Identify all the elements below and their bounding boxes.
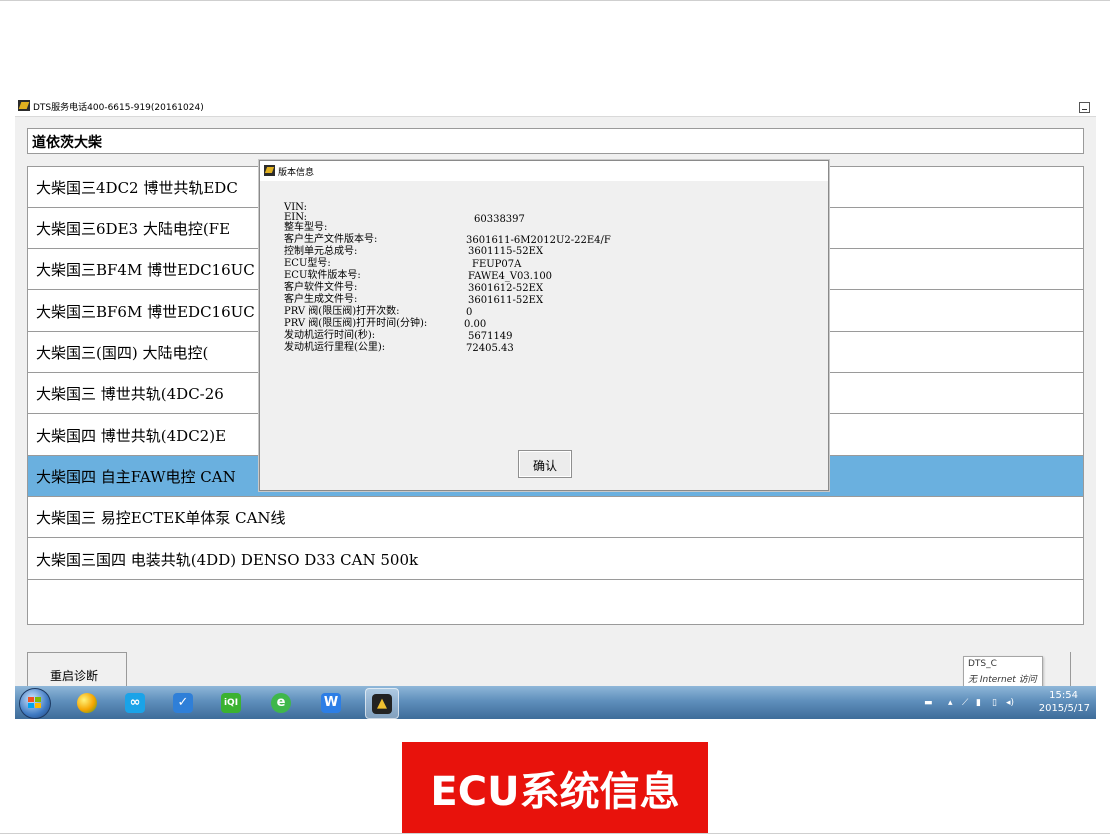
restart-diagnosis-label: 重启诊断 [50,669,99,683]
field-value-engine-run-time: 5671149 [468,331,513,342]
window-title: DTS服务电话400-6615-919(20161024) [33,103,204,113]
field-value-control-unit-assembly-no: 3601115-52EX [468,246,544,257]
list-item-label: 大柴国四 自主FAW电控 CAN [36,468,236,486]
window-titlebar[interactable]: DTS服务电话400-6615-919(20161024) [15,96,1096,117]
list-item-label: 大柴国三6DE3 大陆电控(FE [36,220,231,238]
tray-expand-icon[interactable]: ▴ [948,698,953,708]
page-bottom-border [0,833,1110,834]
minimize-button[interactable] [1079,102,1090,113]
caption-text: ECU系统信息 [430,769,680,815]
360-browser-icon[interactable] [71,688,103,717]
system-tray: ▬ ▴ ⟋ ▮ ▯ ◂) 15:54 2015/5/17 [916,686,1096,719]
field-value-ein: 60338397 [474,214,525,225]
clock-date[interactable]: 2015/5/17 [1039,703,1090,714]
field-value-prv-open-count: 0 [466,307,473,318]
dialog-title: 版本信息 [278,168,315,178]
ie-browser-icon[interactable]: e [265,688,297,717]
pen-icon[interactable]: ⟋ [962,698,968,708]
battery-icon[interactable]: ▯ [992,698,997,708]
list-item-label: 大柴国三 易控ECTEK单体泵 CAN线 [36,509,286,527]
field-value-customer-generated-file-no: 3601611-52EX [468,295,544,306]
brand-bar: 道依茨大柴 [27,128,1084,154]
list-item-label: 大柴国三国四 电装共轨(4DD) DENSO D33 CAN 500k [36,551,419,569]
ecu-info-caption: ECU系统信息 [402,742,708,833]
list-item[interactable]: 大柴国三 易控ECTEK单体泵 CAN线 [28,497,1083,538]
dialog-app-icon [264,165,275,176]
wifi-signal-icon[interactable]: ▮ [976,698,981,708]
dts-diagnostic-taskbar-icon[interactable]: ▲ [365,688,399,719]
app-screen: DTS服务电话400-6615-919(20161024) 道依茨大柴 大柴国三… [15,96,1096,719]
field-label-prv-open-time: PRV 阀(限压阀)打开时间(分钟): [284,318,428,329]
field-label-engine-mileage: 发动机运行里程(公里): [284,342,386,353]
network-status: 无 Internet 访问 [968,675,1037,685]
version-info-dialog: 版本信息 VIN: EIN: 60338397 整车型号: 客户生产文件版本号:… [259,160,829,491]
iqiyi-icon[interactable]: iQI [215,688,247,717]
list-item-label: 大柴国三BF4M 博世EDC16UC [36,261,255,279]
field-label-ecu-model: ECU型号: [284,258,331,269]
dialog-titlebar[interactable]: 版本信息 [260,161,828,181]
field-label-customer-prod-file-version: 客户生产文件版本号: [284,234,378,245]
list-item-label: 大柴国三 博世共轨(4DC-26 [36,385,224,403]
field-value-engine-mileage: 72405.43 [466,343,514,354]
dts-app-icon [18,100,30,111]
brand-title: 道依茨大柴 [32,135,102,151]
field-label-control-unit-assembly-no: 控制单元总成号: [284,246,358,257]
feedback-icon[interactable]: ✓ [167,688,199,717]
start-button[interactable] [19,688,51,719]
page-top-border [0,0,1110,1]
field-value-customer-software-file-no: 3601612-52EX [468,283,544,294]
field-value-ecu-model: FEUP07A [472,259,522,270]
windows-logo-icon [28,697,42,710]
field-value-ecu-software-version: FAWE4_V03.100 [468,271,553,282]
field-label-customer-generated-file-no: 客户生成文件号: [284,294,358,305]
field-value-customer-prod-file-version: 3601611-6M2012U2-22E4/F [466,235,611,246]
list-item-label: 大柴国三4DC2 博世共轨EDC [36,179,238,197]
network-name: DTS_C [968,659,997,669]
cloud-sync-icon[interactable]: ∞ [119,688,151,717]
confirm-button[interactable]: 确认 [518,450,572,478]
wps-icon[interactable]: W [315,688,347,717]
list-item-label: 大柴国三(国四) 大陆电控( [36,344,209,362]
windows-taskbar: ∞ ✓ iQI e W ▲ ▬ ▴ ⟋ ▮ ▯ ◂) 15:54 2015/5/… [15,686,1096,719]
volume-icon[interactable]: ◂) [1006,698,1014,708]
keyboard-icon[interactable]: ▬ [924,698,933,708]
clock-time[interactable]: 15:54 [1049,690,1078,701]
list-item-label: 大柴国三BF6M 博世EDC16UC [36,303,255,321]
field-label-prv-open-count: PRV 阀(限压阀)打开次数: [284,306,400,317]
list-item[interactable]: 大柴国三国四 电装共轨(4DD) DENSO D33 CAN 500k [28,539,1083,580]
field-label-ecu-software-version: ECU软件版本号: [284,270,361,281]
field-label-vehicle-model: 整车型号: [284,222,328,233]
field-value-prv-open-time: 0.00 [464,319,487,330]
confirm-label: 确认 [532,459,557,473]
network-tooltip: DTS_C 无 Internet 访问 [963,656,1043,688]
list-item-label: 大柴国四 博世共轨(4DC2)E [36,427,227,445]
field-label-engine-run-time: 发动机运行时间(秒): [284,330,376,341]
field-label-customer-software-file-no: 客户软件文件号: [284,282,358,293]
